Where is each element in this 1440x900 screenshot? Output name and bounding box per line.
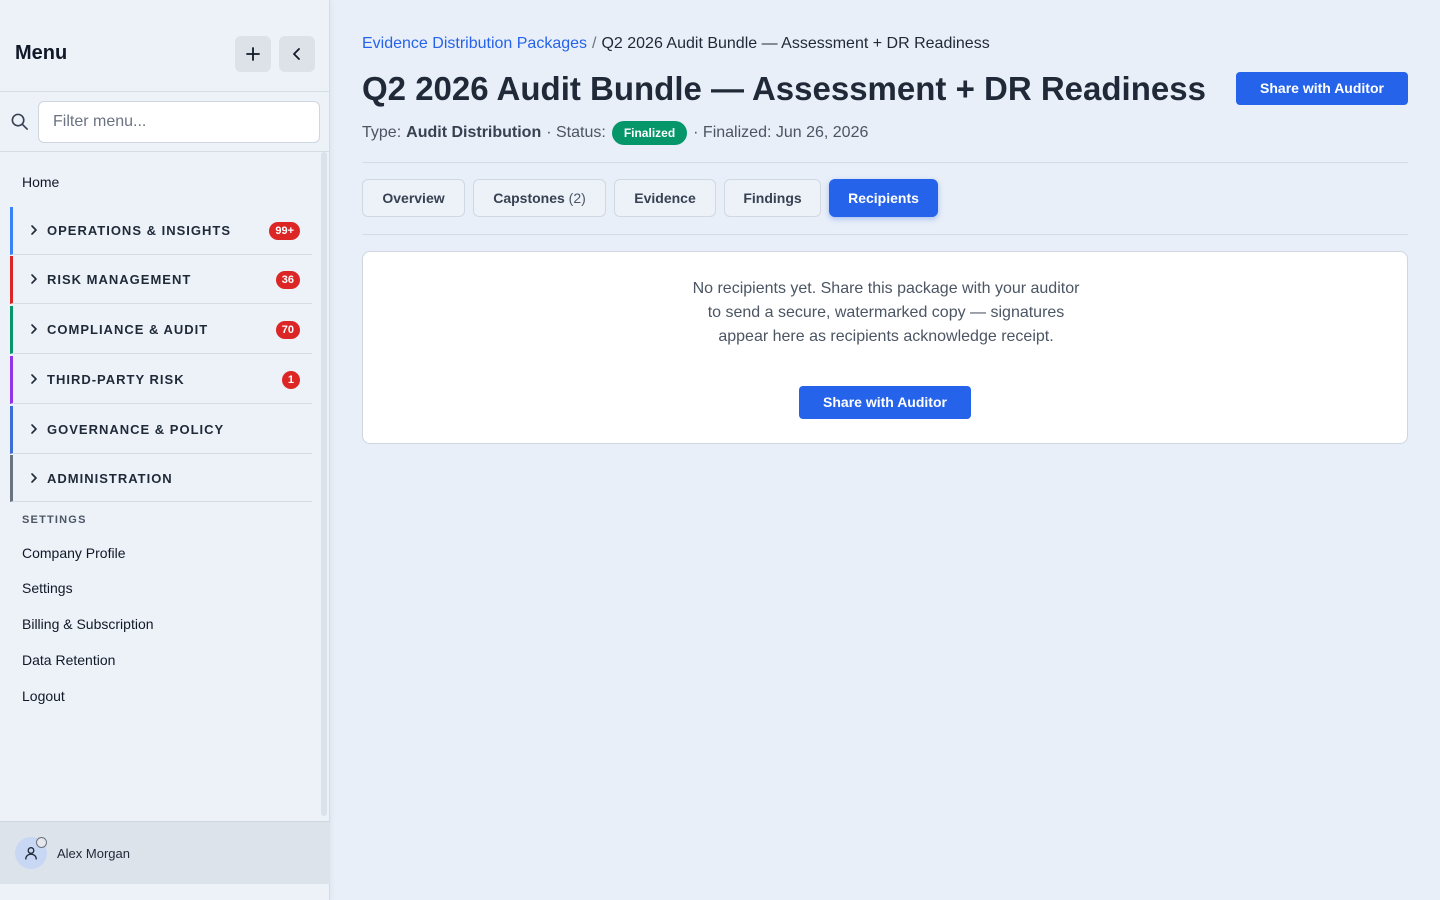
nav-group-label: ADMINISTRATION (47, 471, 173, 486)
chevron-right-icon (31, 374, 37, 384)
tab-recipients[interactable]: Recipients (829, 179, 938, 217)
settings-link-billing[interactable]: Billing & Subscription (22, 616, 154, 632)
chevron-right-icon (31, 424, 37, 434)
chevron-right-icon (31, 473, 37, 483)
tab-label: Findings (743, 190, 802, 206)
settings-link-logout[interactable]: Logout (22, 688, 65, 704)
status-indicator-icon (36, 837, 47, 848)
nav-group-label: GOVERNANCE & POLICY (47, 422, 225, 437)
main-content: Evidence Distribution Packages / Q2 2026 A… (331, 0, 1440, 900)
tab-findings[interactable]: Findings (724, 179, 821, 217)
recipients-empty-state: No recipients yet. Share this package wi… (362, 251, 1408, 444)
status-label: · Status: (546, 124, 606, 141)
nav-group-administration[interactable]: ADMINISTRATION (10, 455, 312, 502)
nav-group-label: COMPLIANCE & AUDIT (47, 322, 209, 337)
chevron-left-icon (293, 48, 300, 60)
tab-count: (2) (568, 190, 586, 206)
empty-state-message: No recipients yet. Share this package wi… (692, 280, 1080, 345)
tab-label: Overview (382, 190, 445, 206)
nav-group-operations-insights[interactable]: OPERATIONS & INSIGHTS 99+ (10, 207, 312, 255)
type-value: Audit Distribution (406, 124, 542, 141)
collapse-sidebar-button[interactable] (279, 36, 315, 72)
chevron-right-icon (31, 324, 37, 334)
count-badge: 99+ (269, 222, 300, 240)
add-button[interactable] (235, 36, 271, 72)
tab-label: Evidence (634, 190, 696, 206)
nav-group-risk-management[interactable]: RISK MANAGEMENT 36 (10, 256, 312, 304)
package-meta: Type: Audit Distribution · Status: Final… (362, 121, 868, 145)
user-footer[interactable]: Alex Morgan (0, 821, 330, 884)
settings-link-data-retention[interactable]: Data Retention (22, 652, 115, 668)
header-divider (362, 162, 1408, 163)
tabs-divider (362, 234, 1408, 235)
user-icon (25, 847, 37, 860)
page-title: Q2 2026 Audit Bundle — Assessment + DR R… (362, 70, 1206, 107)
breadcrumb-separator: / (592, 35, 597, 52)
settings-heading: SETTINGS (22, 514, 87, 526)
nav-home[interactable]: Home (22, 174, 59, 190)
settings-link-settings[interactable]: Settings (22, 580, 73, 596)
type-label: Type: (362, 124, 402, 141)
plus-icon (246, 47, 260, 61)
finalized-date: · Finalized: Jun 26, 2026 (693, 124, 869, 141)
nav-group-third-party-risk[interactable]: THIRD-PARTY RISK 1 (10, 356, 312, 404)
user-name: Alex Morgan (57, 846, 130, 861)
nav-group-governance-policy[interactable]: GOVERNANCE & POLICY (10, 406, 312, 454)
nav-group-compliance-audit[interactable]: COMPLIANCE & AUDIT 70 (10, 306, 312, 354)
count-badge: 70 (275, 321, 300, 339)
sidebar: Menu Home OPERATIONS & INSIGHTS 99+ RISK… (0, 0, 330, 900)
tab-evidence[interactable]: Evidence (614, 179, 716, 217)
chevron-right-icon (31, 274, 37, 284)
sidebar-scrollbar[interactable] (321, 152, 327, 816)
count-badge: 36 (275, 271, 300, 289)
tab-overview[interactable]: Overview (362, 179, 465, 217)
share-with-auditor-button[interactable]: Share with Auditor (1236, 72, 1408, 105)
share-with-auditor-button[interactable]: Share with Auditor (799, 386, 971, 419)
filter-menu-input[interactable] (38, 101, 320, 143)
sidebar-search (0, 92, 330, 152)
search-icon (11, 113, 28, 130)
tab-label: Recipients (848, 190, 919, 206)
chevron-right-icon (31, 225, 37, 235)
status-badge: Finalized (611, 121, 688, 145)
nav-group-label: THIRD-PARTY RISK (47, 372, 185, 387)
tab-capstones[interactable]: Capstones (2) (473, 179, 606, 217)
settings-link-company-profile[interactable]: Company Profile (22, 545, 126, 561)
breadcrumb-parent-link[interactable]: Evidence Distribution Packages (362, 35, 587, 52)
sidebar-header: Menu (0, 0, 330, 92)
nav-group-label: RISK MANAGEMENT (47, 272, 192, 287)
count-badge: 1 (281, 371, 300, 389)
breadcrumb-current: Q2 2026 Audit Bundle — Assessment + DR R… (601, 35, 990, 52)
tab-label: Capstones (493, 190, 565, 206)
breadcrumb: Evidence Distribution Packages / Q2 2026 A… (362, 35, 990, 53)
sidebar-title: Menu (15, 42, 68, 64)
nav-group-label: OPERATIONS & INSIGHTS (47, 223, 231, 238)
